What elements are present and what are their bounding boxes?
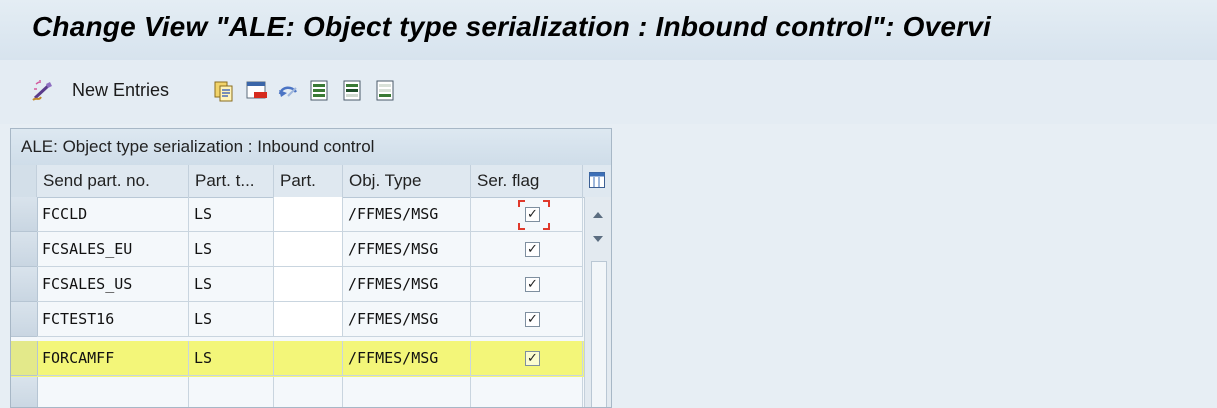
cell-part-type[interactable]: LS (189, 232, 274, 267)
table-header: Send part. no. Part. t... Part. Obj. Typ… (11, 165, 611, 198)
column-header-ser-flag[interactable]: Ser. flag (471, 165, 583, 197)
cell-part-type[interactable]: LS (189, 341, 274, 376)
cell-send-part[interactable]: FCSALES_US (37, 267, 189, 302)
table-settings-icon[interactable] (589, 172, 605, 193)
row-selector[interactable] (11, 302, 38, 337)
cell-ser-flag: ✓ (471, 341, 583, 376)
cell-part-type[interactable]: LS (189, 302, 274, 337)
row-selector[interactable] (11, 232, 38, 267)
new-entries-button[interactable]: New Entries (72, 80, 169, 101)
table-row-highlighted[interactable]: FORCAMFF LS /FFMES/MSG ✓ (11, 341, 583, 376)
cell-part-type[interactable]: LS (189, 267, 274, 302)
table-control: ALE: Object type serialization : Inbound… (10, 128, 612, 408)
column-header-send-part[interactable]: Send part. no. (37, 165, 189, 197)
ser-flag-checkbox[interactable]: ✓ (525, 312, 540, 327)
deselect-all-icon[interactable] (374, 78, 398, 104)
column-header-part[interactable]: Part. (274, 165, 343, 197)
cell-part[interactable] (274, 267, 343, 302)
cell-obj-type[interactable]: /FFMES/MSG (343, 232, 471, 267)
undo-icon[interactable] (276, 78, 300, 104)
cell-send-part[interactable]: FCCLD (37, 197, 189, 232)
table-title-bar: ALE: Object type serialization : Inbound… (11, 129, 611, 166)
cell-send-part[interactable] (37, 377, 189, 407)
title-bar: Change View "ALE: Object type serializat… (0, 0, 1217, 61)
ser-flag-checkbox[interactable]: ✓ (525, 207, 540, 222)
cell-send-part[interactable]: FCSALES_EU (37, 232, 189, 267)
ser-flag-checkbox[interactable]: ✓ (525, 351, 540, 366)
cell-obj-type[interactable]: /FFMES/MSG (343, 302, 471, 337)
cell-send-part[interactable]: FCTEST16 (37, 302, 189, 337)
table-row-empty[interactable] (11, 377, 583, 407)
cell-ser-flag: ✓ (471, 302, 583, 337)
cell-ser-flag: ✓ (471, 267, 583, 302)
delete-icon[interactable] (245, 78, 269, 104)
cell-obj-type[interactable]: /FFMES/MSG (343, 197, 471, 232)
page-title: Change View "ALE: Object type serializat… (32, 11, 991, 42)
cell-part-type[interactable] (189, 377, 274, 407)
cell-part[interactable] (274, 302, 343, 337)
row-selector[interactable] (11, 377, 38, 407)
application-toolbar: New Entries (0, 60, 1217, 124)
row-selector[interactable] (11, 197, 38, 232)
table-row[interactable]: FCSALES_EU LS /FFMES/MSG ✓ (11, 232, 583, 267)
scrollbar-track[interactable] (591, 261, 607, 407)
cell-part[interactable] (274, 377, 343, 407)
table-row[interactable]: FCTEST16 LS /FFMES/MSG ✓ (11, 302, 583, 337)
copy-icon[interactable] (212, 78, 236, 104)
table-row[interactable]: FCSALES_US LS /FFMES/MSG ✓ (11, 267, 583, 302)
cell-obj-type[interactable] (343, 377, 471, 407)
ser-flag-checkbox[interactable]: ✓ (525, 277, 540, 292)
cell-ser-flag: ✓ (471, 232, 583, 267)
select-block-icon[interactable] (341, 78, 365, 104)
row-selector[interactable] (11, 267, 38, 302)
cell-send-part[interactable]: FORCAMFF (37, 341, 189, 376)
cell-part[interactable] (274, 232, 343, 267)
cell-obj-type[interactable]: /FFMES/MSG (343, 267, 471, 302)
select-all-icon[interactable] (308, 78, 332, 104)
cell-part[interactable] (274, 197, 343, 232)
column-header-part-type[interactable]: Part. t... (189, 165, 274, 197)
vertical-scrollbar[interactable] (584, 197, 611, 407)
table-row[interactable]: FCCLD LS /FFMES/MSG ✓ (11, 197, 583, 232)
cell-part[interactable] (274, 341, 343, 376)
table-title: ALE: Object type serialization : Inbound… (21, 137, 375, 156)
display-change-icon[interactable] (30, 78, 60, 104)
cell-part-type[interactable]: LS (189, 197, 274, 232)
column-header-obj-type[interactable]: Obj. Type (343, 165, 471, 197)
cell-ser-flag: ✓ (471, 197, 583, 232)
cell-ser-flag[interactable] (471, 377, 583, 407)
scroll-up-icon[interactable] (591, 207, 605, 225)
row-selector[interactable] (11, 341, 38, 376)
select-all-rows-cell[interactable] (11, 165, 37, 197)
ser-flag-checkbox[interactable]: ✓ (525, 242, 540, 257)
scroll-down-icon[interactable] (591, 231, 605, 249)
cell-obj-type[interactable]: /FFMES/MSG (343, 341, 471, 376)
